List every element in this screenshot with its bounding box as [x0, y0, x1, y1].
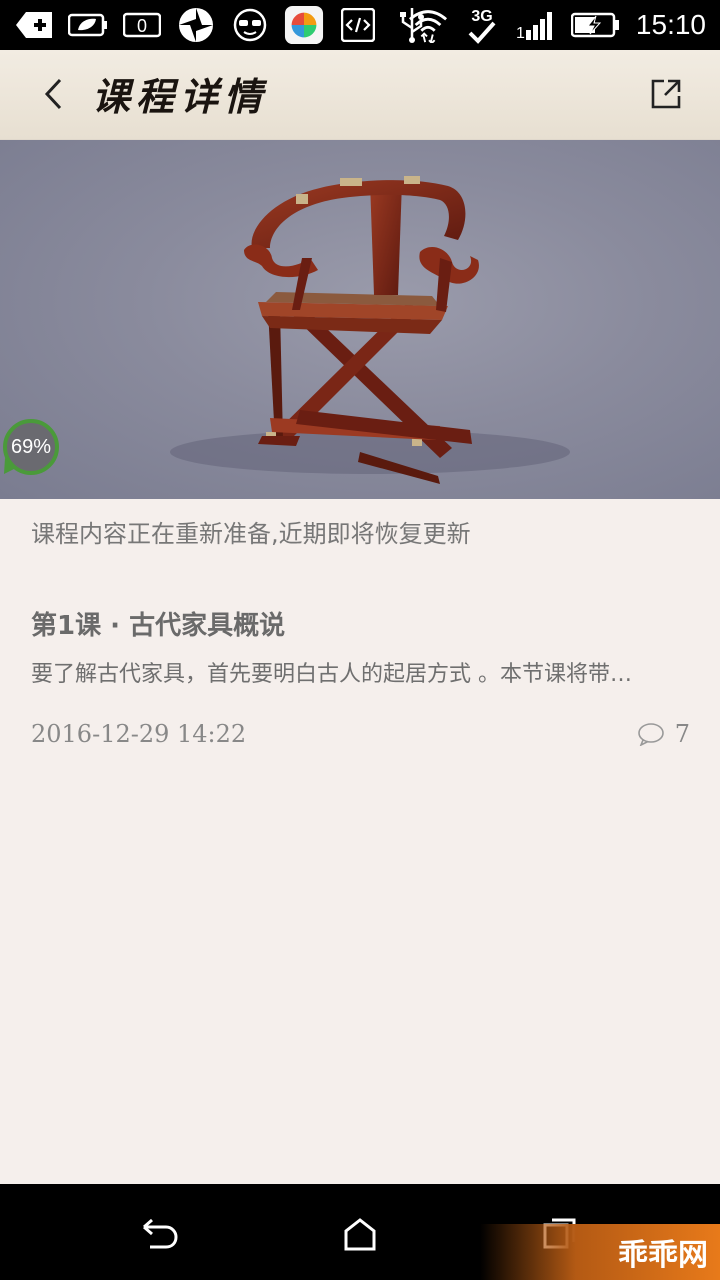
- nav-back-icon: [143, 1218, 178, 1249]
- lesson-date: 2016-12-29 14:22: [31, 720, 247, 748]
- system-status-icons: 3G 1 15:10: [408, 6, 706, 44]
- page-title: 课程详情: [92, 74, 269, 119]
- lesson-item[interactable]: 第1课 · 古代家具概说 要了解古代家具，首先要明白古人的起居方式 。本节课将带…: [31, 606, 691, 692]
- lesson-title: 第1课 · 古代家具概说: [31, 611, 286, 641]
- comment-count: 7: [674, 720, 690, 748]
- app-store-icon: [284, 5, 324, 45]
- watermark-logo: 乖乖网: [618, 1238, 708, 1273]
- lesson-description: 要了解古代家具，首先要明白古人的起居方式 。本节课将带…: [31, 662, 632, 687]
- share-button[interactable]: [642, 70, 690, 118]
- nav-home-button[interactable]: [336, 1210, 384, 1258]
- network-3g-icon: 3G: [462, 8, 502, 44]
- battery-leaf-icon: [68, 8, 108, 42]
- aperture-app-icon: [176, 8, 216, 42]
- back-button[interactable]: [30, 70, 78, 118]
- folding-armchair-photo: [170, 176, 570, 484]
- signal-strength-icon: 1: [516, 8, 556, 42]
- battery-charging-icon: [570, 8, 622, 42]
- signal-prefix-text: 1: [516, 25, 525, 40]
- update-notice: 课程内容正在重新准备,近期即将恢复更新: [31, 520, 471, 548]
- code-dev-icon: [338, 8, 378, 42]
- sunglasses-app-icon: [230, 8, 270, 42]
- notification-count-badge: 0: [122, 8, 162, 42]
- nav-back-button[interactable]: [136, 1210, 184, 1258]
- notification-icons: 0: [14, 5, 432, 45]
- add-notification-icon: [14, 8, 54, 42]
- comment-icon: [637, 723, 664, 746]
- wifi-icon: [408, 8, 448, 43]
- chevron-left-icon: [44, 78, 62, 110]
- comment-count-button[interactable]: 7: [637, 720, 690, 748]
- share-external-icon: [651, 79, 681, 109]
- course-cover-image: [0, 140, 720, 499]
- network-type-text: 3G: [471, 8, 492, 25]
- status-bar: 0 3G 1 15:10: [0, 0, 720, 50]
- nav-home-icon: [344, 1218, 376, 1251]
- notification-count-text: 0: [137, 16, 147, 36]
- clock: 15:10: [635, 9, 706, 40]
- app-header: 课程详情: [0, 50, 720, 140]
- progress-percent: 69%: [10, 435, 52, 458]
